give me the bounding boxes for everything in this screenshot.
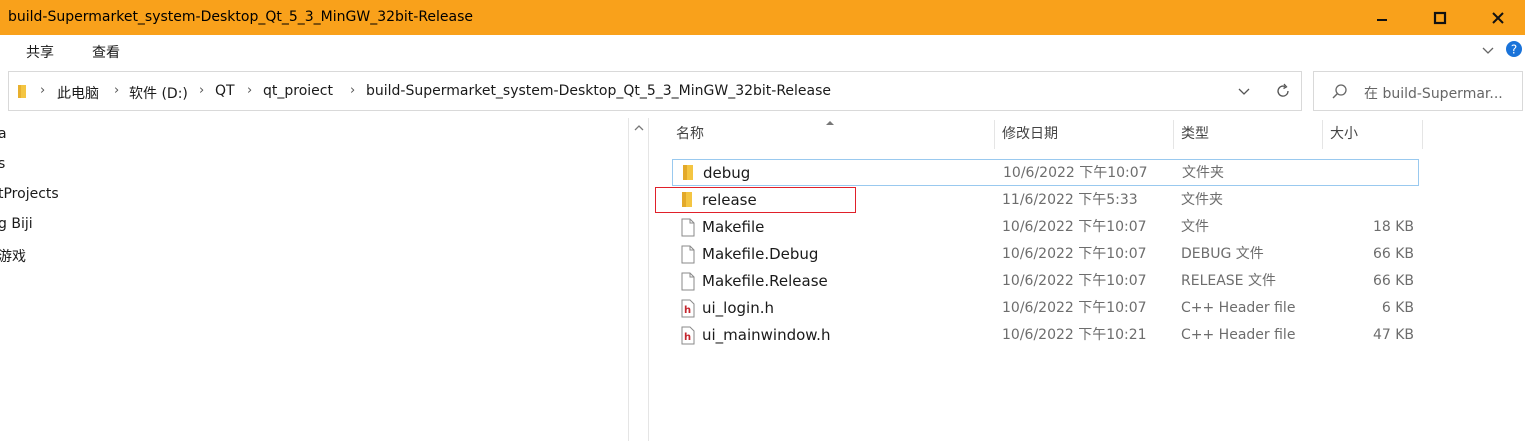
column-header-size[interactable]: 大小 bbox=[1330, 120, 1358, 149]
file-size: 47 KB bbox=[1372, 327, 1414, 343]
header-file-icon: h bbox=[681, 326, 695, 345]
file-name: ui_login.h bbox=[702, 299, 774, 317]
address-dropdown-icon[interactable] bbox=[1237, 86, 1251, 98]
ribbon-expand-icon[interactable] bbox=[1481, 45, 1495, 57]
file-row-debug[interactable]: debug 10/6/2022 下午10:07 文件夹 bbox=[672, 159, 1419, 186]
file-name: debug bbox=[703, 164, 751, 182]
sort-ascending-icon bbox=[826, 121, 834, 125]
file-icon bbox=[681, 245, 695, 264]
breadcrumb-separator-icon: › bbox=[40, 83, 46, 98]
search-icon bbox=[1332, 84, 1347, 99]
nav-item[interactable]: 游戏 bbox=[0, 246, 26, 266]
breadcrumb-separator-icon: › bbox=[114, 83, 120, 98]
file-date: 10/6/2022 下午10:07 bbox=[1002, 246, 1147, 262]
file-icon bbox=[681, 272, 695, 291]
breadcrumb-drive-d[interactable]: 软件 (D:) bbox=[129, 83, 188, 103]
file-row-makefile[interactable]: Makefile 10/6/2022 下午10:07 文件 18 KB bbox=[672, 214, 1419, 241]
file-name: Makefile.Debug bbox=[702, 245, 819, 263]
file-date: 10/6/2022 下午10:07 bbox=[1002, 300, 1147, 316]
minimize-button[interactable] bbox=[1353, 0, 1411, 35]
file-row-ui-mainwindow-h[interactable]: h ui_mainwindow.h 10/6/2022 下午10:21 C++ … bbox=[672, 322, 1419, 349]
svg-text:h: h bbox=[684, 305, 691, 316]
file-icon bbox=[681, 218, 695, 237]
ribbon-tab-share[interactable]: 共享 bbox=[26, 42, 54, 62]
file-date: 10/6/2022 下午10:07 bbox=[1002, 273, 1147, 289]
column-divider[interactable] bbox=[1422, 120, 1423, 149]
file-type: 文件 bbox=[1181, 219, 1209, 235]
breadcrumb-separator-icon: › bbox=[247, 83, 253, 98]
file-row-makefile-debug[interactable]: Makefile.Debug 10/6/2022 下午10:07 DEBUG 文… bbox=[672, 241, 1419, 268]
column-header-date[interactable]: 修改日期 bbox=[1002, 120, 1058, 149]
maximize-icon bbox=[1433, 11, 1447, 25]
folder-icon bbox=[18, 85, 26, 98]
refresh-icon[interactable] bbox=[1275, 83, 1291, 99]
help-icon[interactable]: ? bbox=[1505, 40, 1523, 58]
file-type: DEBUG 文件 bbox=[1181, 246, 1264, 262]
highlight-annotation-box bbox=[655, 187, 856, 213]
breadcrumb-separator-icon: › bbox=[350, 83, 356, 98]
column-header-type[interactable]: 类型 bbox=[1181, 120, 1209, 149]
file-size: 18 KB bbox=[1372, 219, 1414, 235]
minimize-icon bbox=[1377, 19, 1387, 21]
search-box[interactable]: 在 build-Supermar... bbox=[1313, 71, 1523, 111]
navigation-scrollbar[interactable] bbox=[628, 118, 649, 441]
file-date: 10/6/2022 下午10:07 bbox=[1002, 219, 1147, 235]
file-type: C++ Header file bbox=[1181, 300, 1296, 316]
navigation-pane: a s tProjects g Biji 游戏 bbox=[0, 118, 628, 441]
scroll-up-icon[interactable] bbox=[633, 123, 645, 133]
maximize-button[interactable] bbox=[1411, 0, 1469, 35]
nav-item[interactable]: tProjects bbox=[0, 186, 59, 202]
window-title: build-Supermarket_system-Desktop_Qt_5_3_… bbox=[8, 9, 474, 25]
svg-text:?: ? bbox=[1511, 43, 1517, 57]
close-button[interactable] bbox=[1469, 0, 1525, 35]
file-type: 文件夹 bbox=[1181, 192, 1223, 208]
file-date: 10/6/2022 下午10:21 bbox=[1002, 327, 1147, 343]
file-name: Makefile bbox=[702, 218, 765, 236]
file-size: 66 KB bbox=[1372, 246, 1414, 262]
file-date: 10/6/2022 下午10:07 bbox=[1003, 165, 1148, 181]
column-header-name[interactable]: 名称 bbox=[676, 120, 704, 149]
breadcrumb-qt-project[interactable]: qt_proiect bbox=[263, 83, 333, 99]
file-row-makefile-release[interactable]: Makefile.Release 10/6/2022 下午10:07 RELEA… bbox=[672, 268, 1419, 295]
nav-item[interactable]: s bbox=[0, 156, 5, 172]
title-bar: build-Supermarket_system-Desktop_Qt_5_3_… bbox=[0, 0, 1525, 35]
breadcrumb-build-folder[interactable]: build-Supermarket_system-Desktop_Qt_5_3_… bbox=[366, 83, 831, 99]
breadcrumb-qt[interactable]: QT bbox=[215, 83, 235, 99]
search-input[interactable]: 在 build-Supermar... bbox=[1364, 83, 1503, 103]
file-size: 66 KB bbox=[1372, 273, 1414, 289]
ribbon-tab-view[interactable]: 查看 bbox=[92, 42, 120, 62]
file-name: ui_mainwindow.h bbox=[702, 326, 831, 344]
column-divider[interactable] bbox=[1173, 120, 1174, 149]
nav-item[interactable]: g Biji bbox=[0, 216, 33, 232]
breadcrumb-this-pc[interactable]: 此电脑 bbox=[57, 83, 99, 103]
file-name: Makefile.Release bbox=[702, 272, 828, 290]
column-divider[interactable] bbox=[1322, 120, 1323, 149]
file-date: 11/6/2022 下午5:33 bbox=[1002, 192, 1138, 208]
header-file-icon: h bbox=[681, 299, 695, 318]
close-icon bbox=[1492, 12, 1504, 24]
address-bar[interactable]: › 此电脑 › 软件 (D:) › QT › qt_proiect › buil… bbox=[8, 71, 1302, 111]
folder-icon bbox=[683, 165, 693, 180]
file-type: C++ Header file bbox=[1181, 327, 1296, 343]
file-row-ui-login-h[interactable]: h ui_login.h 10/6/2022 下午10:07 C++ Heade… bbox=[672, 295, 1419, 322]
file-size: 6 KB bbox=[1381, 300, 1414, 316]
breadcrumb-separator-icon: › bbox=[199, 83, 205, 98]
file-type: 文件夹 bbox=[1182, 165, 1224, 181]
file-type: RELEASE 文件 bbox=[1181, 273, 1276, 289]
ribbon: 共享 查看 ? bbox=[0, 35, 1525, 67]
svg-text:h: h bbox=[684, 332, 691, 343]
column-divider[interactable] bbox=[994, 120, 995, 149]
nav-item[interactable]: a bbox=[0, 126, 7, 142]
